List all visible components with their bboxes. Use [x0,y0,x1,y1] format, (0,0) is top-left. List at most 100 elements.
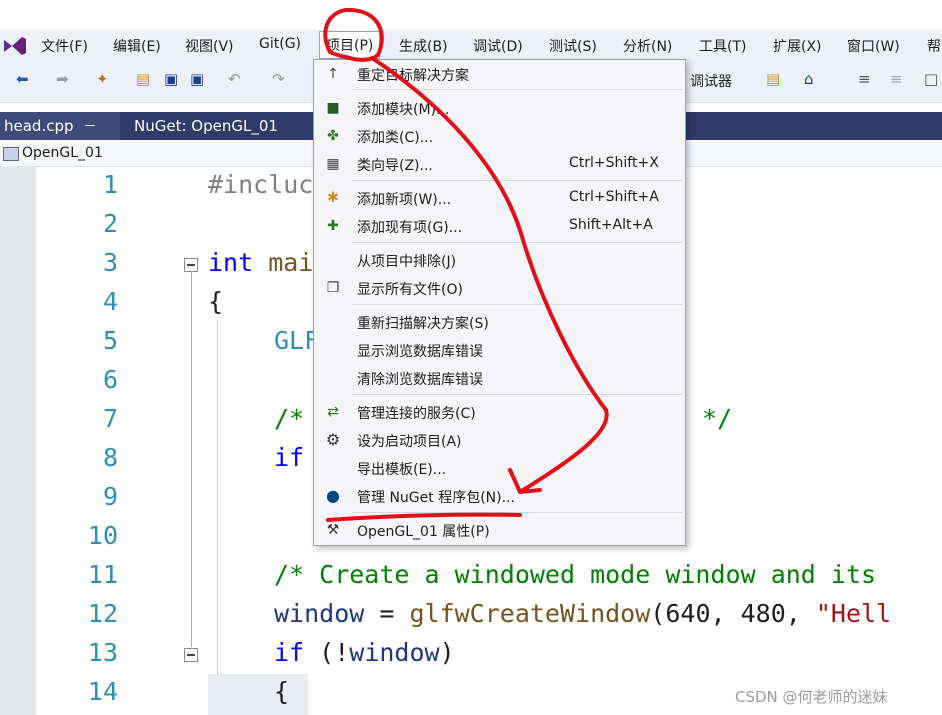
tab-nuget[interactable]: NuGet: OpenGL_01 [126,112,316,140]
menu-item-retarget-solution[interactable]: ↑ 重定目标解决方案 [314,60,685,88]
menu-item-label: 管理连接的服务(C) [357,406,476,422]
menu-item-connected-services[interactable]: ⇄ 管理连接的服务(C) [314,398,685,426]
menu-view[interactable]: 视图(V) [185,36,234,56]
editor-gutter [0,166,36,715]
menu-edit[interactable]: 编辑(E) [113,36,161,56]
tab-head-cpp[interactable]: head.cpp ㄧ [0,112,120,140]
menu-window[interactable]: 窗口(W) [847,36,900,56]
back-icon[interactable]: ⬅ [16,70,29,88]
current-line-highlight [208,674,308,715]
menu-item-label: 导出模板(E)... [357,462,447,478]
save-all-icon[interactable]: ▣ [190,70,204,88]
code-line-4: { [208,287,224,316]
menu-debug[interactable]: 调试(D) [473,36,523,56]
menu-item-add-class[interactable]: ✤ 添加类(C)... [314,122,685,150]
code-line-7-end: */ [702,404,733,433]
nuget-icon: ● [326,486,340,505]
find-in-files-icon[interactable]: ▤ [766,70,780,88]
code-token: glfwCreateWindow [409,599,651,628]
add-class-icon: ✤ [327,128,339,144]
project-dropdown[interactable]: OpenGL_01 [22,145,103,161]
line-number: 6 [102,365,118,394]
indent-icon[interactable]: ≡ [858,70,871,88]
line-number: 8 [102,443,118,472]
menu-git[interactable]: Git(G) [259,36,301,52]
menu-separator [352,180,682,181]
visual-studio-logo-icon [4,37,26,55]
code-token: (! [304,638,350,667]
code-line-13: if (!window) [274,638,455,667]
menu-item-add-new-item[interactable]: ✱ 添加新项(W)... Ctrl+Shift+A [314,184,685,212]
menu-item-shortcut: Ctrl+Shift+A [569,189,659,205]
menu-separator [352,394,682,395]
menu-separator [352,512,682,513]
menu-item-exclude-from-project[interactable]: 从项目中排除(J) [314,246,685,274]
menu-item-class-wizard[interactable]: ▦ 类向导(Z)... Ctrl+Shift+X [314,150,685,178]
menu-item-manage-nuget-packages[interactable]: ● 管理 NuGet 程序包(N)... [314,482,685,510]
code-line-12: window = glfwCreateWindow(640, 480, "Hel… [274,599,891,628]
line-number: 7 [102,404,118,433]
menu-analyze[interactable]: 分析(N) [623,36,672,56]
line-number: 14 [87,677,118,706]
menu-extensions[interactable]: 扩展(X) [773,36,822,56]
pin-icon[interactable]: ㄧ [84,112,96,140]
menu-item-project-properties[interactable]: ⚒ OpenGL_01 属性(P) [314,516,685,544]
outdent-icon[interactable]: ≡ [890,70,903,88]
menu-item-label: 添加模块(M)... [357,102,450,118]
code-token: int [208,248,254,277]
menu-item-label: 显示浏览数据库错误 [357,344,483,360]
menu-item-add-existing-item[interactable]: ✚ 添加现有项(G)... Shift+Alt+A [314,212,685,240]
debugger-label[interactable]: 调试器 [690,71,732,91]
code-token: window [274,599,365,628]
code-line-7-start: /* [274,404,305,433]
menu-item-rescan-solution[interactable]: 重新扫描解决方案(S) [314,308,685,336]
menu-item-label: OpenGL_01 属性(P) [357,524,490,540]
line-number: 10 [87,521,118,550]
forward-icon[interactable]: ➡ [56,70,69,88]
menu-build[interactable]: 生成(B) [399,36,448,56]
code-token: ) [439,638,455,667]
open-folder-icon[interactable]: ▤ [136,70,150,88]
menu-item-show-all-files[interactable]: ❐ 显示所有文件(O) [314,274,685,302]
menu-item-export-template[interactable]: 导出模板(E)... [314,454,685,482]
tab-label: head.cpp [4,117,74,135]
menu-project[interactable]: 项目(P) [319,31,381,59]
connected-services-icon: ⇄ [327,404,339,420]
redo-icon[interactable]: ↷ [272,70,285,88]
menu-test[interactable]: 测试(S) [549,36,597,56]
menu-tools[interactable]: 工具(T) [699,36,746,56]
wrench-icon: ⚒ [326,522,340,538]
menu-help[interactable]: 帮 [927,36,941,56]
menu-item-label: 重定目标解决方案 [357,68,469,84]
line-number: 5 [102,326,118,355]
menu-item-show-browse-db-errors[interactable]: 显示浏览数据库错误 [314,336,685,364]
fold-toggle-main[interactable] [184,258,198,272]
comment-icon[interactable]: □ [924,70,938,88]
watermark: CSDN @何老师的迷妹 [735,688,888,706]
menu-separator [352,304,682,305]
code-token: "Hell [815,599,892,628]
menu-item-clear-browse-db-errors[interactable]: 清除浏览数据库错误 [314,364,685,392]
line-number: 12 [87,599,118,628]
code-token: window [349,638,440,667]
menu-item-label: 管理 NuGet 程序包(N)... [357,490,515,506]
menu-item-label: 设为启动项目(A) [357,434,462,450]
home-icon[interactable]: ⌂ [804,70,814,88]
code-token: (640, 480, [650,599,816,628]
code-token: = [364,599,410,628]
fold-line [191,272,192,647]
show-all-files-icon: ❐ [326,280,340,296]
line-number: 11 [87,560,118,589]
menu-item-add-module[interactable]: ■ 添加模块(M)... [314,94,685,122]
fold-toggle-if[interactable] [184,648,198,662]
menu-item-set-startup-project[interactable]: ⚙ 设为启动项目(A) [314,426,685,454]
add-new-item-icon: ✱ [327,190,339,206]
new-project-icon[interactable]: ✦ [96,70,109,88]
menu-item-label: 添加类(C)... [357,130,434,146]
menu-item-label: 添加现有项(G)... [357,220,463,236]
save-icon[interactable]: ▣ [164,70,178,88]
add-existing-item-icon: ✚ [327,218,339,234]
line-number: 3 [102,248,118,277]
menu-file[interactable]: 文件(F) [41,36,88,56]
undo-icon[interactable]: ↶ [228,70,241,88]
